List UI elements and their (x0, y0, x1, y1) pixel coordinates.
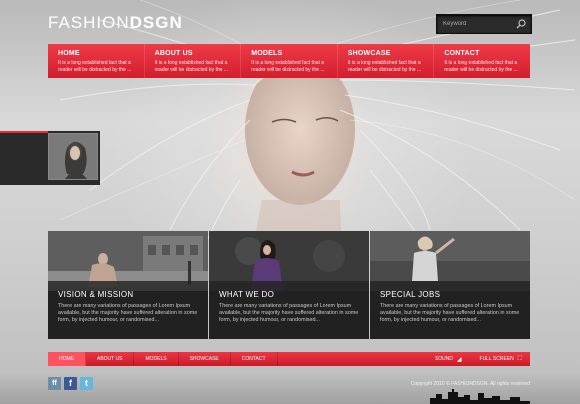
page-stage: FASHIONDSGN HOME It is a long establishe… (0, 0, 580, 404)
top-navigation: HOME It is a long established fact that … (48, 44, 530, 78)
card-title: SPECIAL JOBS (380, 290, 441, 299)
card-text: There are many variations of passages of… (380, 303, 520, 323)
card-what-we-do[interactable]: WHAT WE DO There are many variations of … (209, 231, 369, 339)
topnav-title: ABOUT US (154, 50, 193, 57)
topnav-description: It is a long established fact that a rea… (58, 60, 132, 73)
sound-label: SOUND (434, 356, 453, 362)
thumbnail-indicator (0, 131, 48, 133)
sound-toggle[interactable]: SOUND ◢ (435, 356, 462, 363)
card-text: There are many variations of passages of… (58, 303, 198, 323)
bottom-nav-models[interactable]: MODELS (134, 352, 179, 366)
topnav-item-home[interactable]: HOME It is a long established fact that … (48, 44, 145, 78)
card-title: WHAT WE DO (219, 290, 275, 299)
card-title: VISION & MISSION (58, 290, 134, 299)
fullscreen-toggle[interactable]: FULL SCREEN ⛶ (480, 356, 522, 363)
fullscreen-label: FULL SCREEN (479, 356, 514, 362)
topnav-description: It is a long established fact that a rea… (251, 60, 325, 73)
topnav-description: It is a long established fact that a rea… (444, 60, 518, 73)
logo-text-bold: DSGN (129, 13, 183, 32)
thumbnail-image (49, 134, 97, 179)
fullscreen-icon: ⛶ (517, 355, 522, 362)
topnav-item-showcase[interactable]: SHOWCASE It is a long established fact t… (338, 44, 435, 78)
topnav-title: SHOWCASE (347, 50, 391, 57)
copyright-text: Copyright 2010 © FASHIONDSGN. All rights… (410, 381, 530, 387)
bottom-nav-contact[interactable]: CONTACT (231, 352, 278, 366)
topnav-description: It is a long established fact that a rea… (154, 60, 228, 73)
topnav-description: It is a long established fact that a rea… (347, 60, 422, 73)
search-icon[interactable] (515, 18, 527, 30)
friendfeed-icon[interactable]: ff (48, 377, 61, 390)
bottom-nav-showcase[interactable]: SHOWCASE (179, 352, 231, 366)
search-box (436, 14, 532, 34)
logo-text-light: FASHION (48, 13, 130, 32)
topnav-title: HOME (58, 50, 80, 57)
topnav-item-about[interactable]: ABOUT US It is a long established fact t… (145, 44, 242, 78)
card-text: There are many variations of passages of… (219, 303, 359, 323)
topnav-item-models[interactable]: MODELS It is a long established fact tha… (241, 44, 338, 78)
facebook-icon[interactable]: f (64, 377, 77, 390)
social-links: ff f t (48, 377, 96, 390)
twitter-icon[interactable]: t (80, 377, 93, 390)
city-skyline-graphic (430, 389, 530, 404)
card-vision-mission[interactable]: VISION & MISSION There are many variatio… (48, 231, 208, 339)
bottom-nav-home[interactable]: HOME (48, 352, 86, 366)
site-logo[interactable]: FASHIONDSGN (48, 13, 183, 33)
bottom-navigation: HOME ABOUT US MODELS SHOWCASE CONTACT SO… (48, 352, 530, 366)
sound-icon: ◢ (456, 356, 462, 363)
gallery-thumbnail-bar (0, 131, 100, 185)
topnav-title: CONTACT (444, 50, 480, 57)
topnav-title: MODELS (251, 50, 283, 57)
search-input[interactable] (443, 17, 511, 31)
gallery-thumbnail[interactable] (48, 133, 98, 180)
card-special-jobs[interactable]: SPECIAL JOBS There are many variations o… (370, 231, 530, 339)
feature-cards: VISION & MISSION There are many variatio… (48, 231, 530, 339)
topnav-item-contact[interactable]: CONTACT It is a long established fact th… (434, 44, 530, 78)
bottom-nav-about[interactable]: ABOUT US (86, 352, 135, 366)
